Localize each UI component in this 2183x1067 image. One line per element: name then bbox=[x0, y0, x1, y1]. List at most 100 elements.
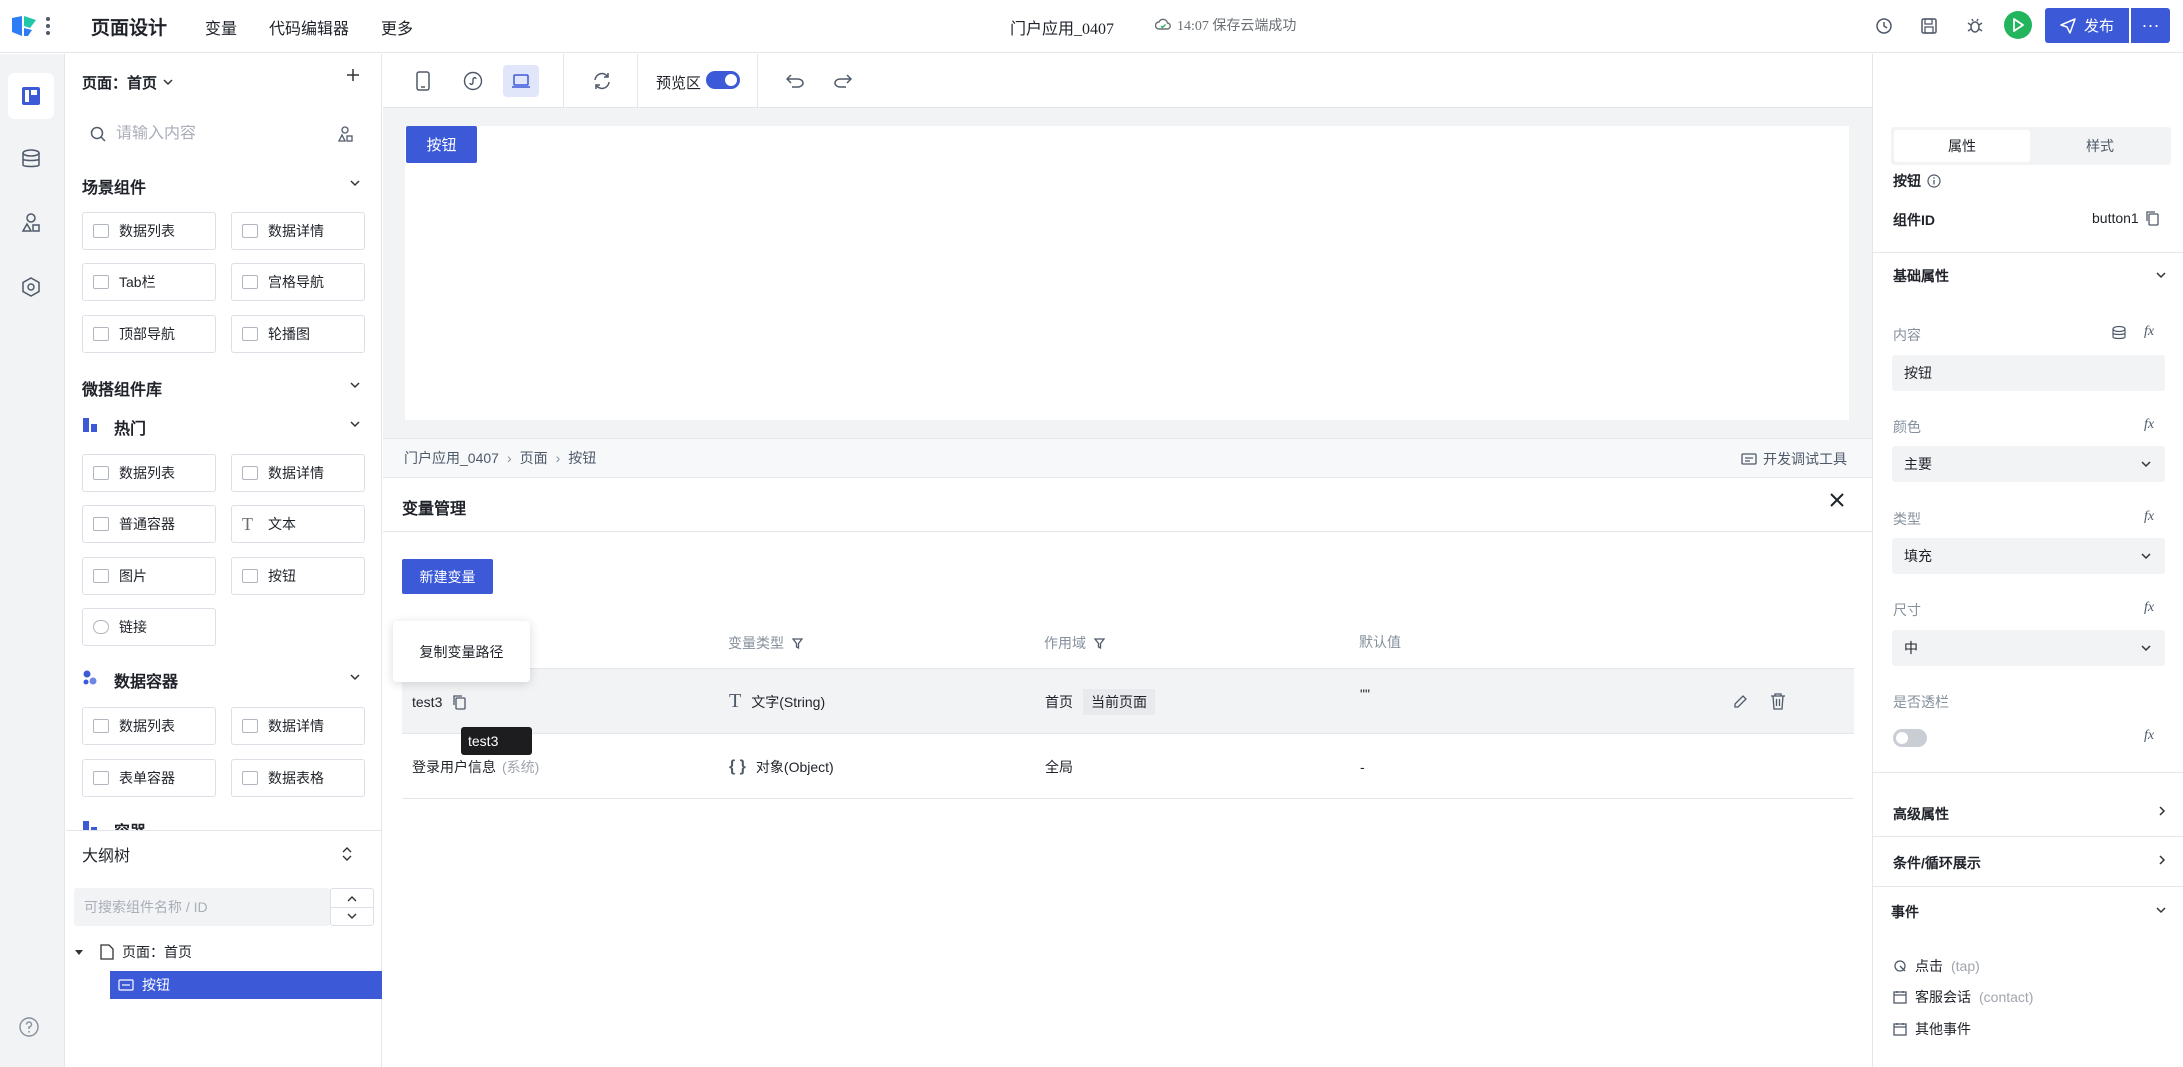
comp-hot-container[interactable]: 普通容器 bbox=[82, 505, 216, 543]
fx-transparent-icon[interactable]: fx bbox=[2144, 728, 2154, 744]
filter-icon[interactable] bbox=[1094, 637, 1105, 649]
rail-components[interactable] bbox=[8, 200, 54, 246]
type-select[interactable]: 填充 bbox=[1892, 538, 2165, 574]
event-contact[interactable]: 客服会话 (contact) bbox=[1893, 987, 2033, 1007]
chevron-right-icon[interactable] bbox=[2159, 806, 2166, 816]
section-hot-title[interactable]: 热门 bbox=[114, 415, 146, 439]
history-icon[interactable] bbox=[1871, 13, 1897, 39]
copy-path-popover[interactable]: 复制变量路径 bbox=[393, 621, 530, 682]
chevron-right-icon[interactable] bbox=[2159, 855, 2166, 865]
chevron-down-icon[interactable] bbox=[2156, 272, 2166, 279]
size-select[interactable]: 中 bbox=[1892, 630, 2165, 666]
run-button[interactable] bbox=[2004, 11, 2032, 39]
fx-content-icon[interactable]: fx bbox=[2144, 324, 2154, 340]
tree-node-page[interactable]: 页面：首页 bbox=[74, 942, 192, 962]
app-logo-icon[interactable] bbox=[10, 14, 38, 38]
menu-dots-icon[interactable] bbox=[44, 14, 52, 38]
fx-size-icon[interactable]: fx bbox=[2144, 600, 2154, 616]
arrow-down-icon[interactable] bbox=[347, 913, 357, 920]
rail-settings[interactable] bbox=[8, 264, 54, 310]
table-row[interactable]: 登录用户信息 (系统) { } 对象(Object) 全局 - bbox=[402, 734, 1854, 799]
database-bind-icon[interactable] bbox=[2111, 325, 2127, 341]
comp-dc-data-detail[interactable]: 数据详情 bbox=[231, 707, 365, 745]
debug-icon[interactable] bbox=[1962, 13, 1988, 39]
chevron-down-icon[interactable] bbox=[350, 180, 360, 187]
chevron-down-icon[interactable] bbox=[350, 421, 360, 428]
comp-hot-text[interactable]: T 文本 bbox=[231, 505, 365, 543]
color-select[interactable]: 主要 bbox=[1892, 446, 2165, 482]
tree-node-button[interactable]: 按钮 bbox=[110, 971, 382, 999]
save-icon[interactable] bbox=[1916, 13, 1942, 39]
tab-style[interactable]: 样式 bbox=[2032, 130, 2168, 162]
chevron-down-icon[interactable] bbox=[2156, 907, 2166, 914]
filter-icon[interactable] bbox=[792, 637, 803, 649]
close-icon[interactable] bbox=[1829, 492, 1845, 508]
arrow-up-icon[interactable] bbox=[347, 895, 357, 902]
publish-more-button[interactable]: ··· bbox=[2131, 8, 2170, 43]
copy-icon[interactable] bbox=[2145, 210, 2159, 226]
section-scene-title[interactable]: 场景组件 bbox=[82, 174, 146, 198]
comp-scene-grid-nav[interactable]: 宫格导航 bbox=[231, 263, 365, 301]
devtools-button[interactable]: 开发调试工具 bbox=[1741, 449, 1847, 469]
comp-scene-data-detail[interactable]: 数据详情 bbox=[231, 212, 365, 250]
add-page-button[interactable] bbox=[346, 68, 360, 82]
rail-page-layout[interactable] bbox=[8, 73, 54, 119]
comp-scene-carousel[interactable]: 轮播图 bbox=[231, 315, 365, 353]
canvas-button-component[interactable]: 按钮 bbox=[406, 126, 477, 163]
comp-hot-data-detail[interactable]: 数据详情 bbox=[231, 454, 365, 492]
transparent-toggle[interactable] bbox=[1893, 729, 1927, 747]
undo-button[interactable] bbox=[777, 65, 813, 97]
new-variable-button[interactable]: 新建变量 bbox=[402, 559, 493, 594]
comp-dc-data-list[interactable]: 数据列表 bbox=[82, 707, 216, 745]
device-mobile-button[interactable] bbox=[405, 65, 441, 97]
edit-icon[interactable] bbox=[1732, 694, 1748, 710]
device-miniprogram-button[interactable] bbox=[455, 65, 491, 97]
device-desktop-button[interactable] bbox=[503, 65, 539, 97]
tab-properties[interactable]: 属性 bbox=[1894, 130, 2030, 162]
info-icon[interactable] bbox=[1927, 174, 1941, 188]
table-row[interactable]: test3 T 文字(String) 首页 当前页面 "" bbox=[402, 669, 1854, 734]
comp-hot-button[interactable]: 按钮 bbox=[231, 557, 365, 595]
events-title[interactable]: 事件 bbox=[1891, 902, 1919, 922]
comp-hot-data-list[interactable]: 数据列表 bbox=[82, 454, 216, 492]
comp-scene-tab-bar[interactable]: Tab栏 bbox=[82, 263, 216, 301]
basic-props-title[interactable]: 基础属性 bbox=[1893, 266, 1949, 286]
help-icon[interactable] bbox=[18, 1016, 40, 1038]
caret-down-icon[interactable] bbox=[74, 949, 84, 956]
comp-dc-form-container[interactable]: 表单容器 bbox=[82, 759, 216, 797]
page-selector[interactable]: 页面：首页 bbox=[82, 72, 173, 93]
refresh-button[interactable] bbox=[584, 65, 620, 97]
fx-color-icon[interactable]: fx bbox=[2144, 417, 2154, 433]
content-input[interactable]: 按钮 bbox=[1892, 355, 2165, 391]
section-library-title[interactable]: 微搭组件库 bbox=[82, 376, 162, 400]
nav-more[interactable]: 更多 bbox=[381, 15, 413, 39]
chevron-down-icon[interactable] bbox=[350, 674, 360, 681]
nav-variables[interactable]: 变量 bbox=[205, 15, 237, 39]
comp-dc-data-table[interactable]: 数据表格 bbox=[231, 759, 365, 797]
condition-props-title[interactable]: 条件/循环展示 bbox=[1893, 853, 1981, 873]
event-other[interactable]: 其他事件 bbox=[1893, 1019, 1971, 1039]
nav-code-editor[interactable]: 代码编辑器 bbox=[269, 15, 349, 39]
comp-hot-link[interactable]: 链接 bbox=[82, 608, 216, 646]
fx-type-icon[interactable]: fx bbox=[2144, 509, 2154, 525]
comp-hot-image[interactable]: 图片 bbox=[82, 557, 216, 595]
outline-search-input[interactable] bbox=[84, 899, 314, 915]
breadcrumb-item-app[interactable]: 门户应用_0407 bbox=[404, 448, 499, 468]
rail-database[interactable] bbox=[8, 136, 54, 182]
component-filter-icon[interactable] bbox=[336, 125, 354, 143]
preview-toggle[interactable] bbox=[706, 71, 740, 89]
event-tap[interactable]: 点击 (tap) bbox=[1893, 956, 1980, 976]
publish-button[interactable]: 发布 bbox=[2045, 8, 2129, 43]
delete-icon[interactable] bbox=[1770, 693, 1786, 710]
comp-scene-top-nav[interactable]: 顶部导航 bbox=[82, 315, 216, 353]
advanced-props-title[interactable]: 高级属性 bbox=[1893, 804, 1949, 824]
breadcrumb-item-page[interactable]: 页面 bbox=[520, 448, 548, 468]
component-search-input[interactable] bbox=[116, 125, 326, 143]
redo-button[interactable] bbox=[825, 65, 861, 97]
section-data-container-title[interactable]: 数据容器 bbox=[114, 668, 178, 692]
section-container-title[interactable]: 容器 bbox=[114, 818, 146, 830]
comp-scene-data-list[interactable]: 数据列表 bbox=[82, 212, 216, 250]
collapse-toggle-icon[interactable] bbox=[342, 847, 352, 861]
design-canvas[interactable] bbox=[405, 126, 1849, 420]
chevron-down-icon[interactable] bbox=[350, 382, 360, 389]
